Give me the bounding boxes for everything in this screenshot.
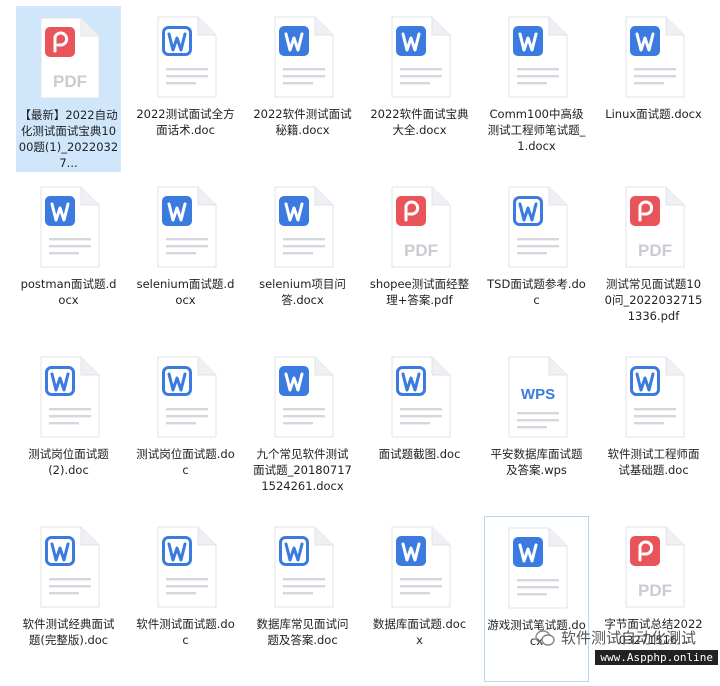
file-name: 九个常见软件测试面试题_201807171524261.docx <box>253 447 352 493</box>
svg-text:PDF: PDF <box>53 72 87 91</box>
file-name: 面试题截图.doc <box>378 447 461 461</box>
svg-text:PDF: PDF <box>404 241 438 260</box>
word-file-icon <box>152 184 220 270</box>
word-file-icon <box>503 14 571 100</box>
file-item[interactable]: selenium面试题.docx <box>133 176 238 342</box>
file-item[interactable]: selenium项目问答.docx <box>250 176 355 342</box>
file-item[interactable]: Comm100中高级测试工程师笔试题_1.docx <box>484 6 589 172</box>
word-file-icon <box>152 524 220 610</box>
file-item[interactable]: 游戏测试笔试题.docx <box>484 516 589 682</box>
file-item[interactable]: WPS 平安数据库面试题及答案.wps <box>484 346 589 512</box>
file-name: 测试常见面试题100问_20220327151336.pdf <box>604 277 703 323</box>
file-name: 数据库面试题.docx <box>372 617 467 647</box>
file-name: 平安数据库面试题及答案.wps <box>490 447 583 477</box>
file-name: 测试岗位面试题(2).doc <box>28 447 109 477</box>
file-name: 软件测试经典面试题(完整版).doc <box>22 617 115 647</box>
pdf-file-icon: PDF <box>620 184 688 270</box>
file-item[interactable]: 2022软件面试宝典大全.docx <box>367 6 472 172</box>
file-item[interactable]: 软件测试工程师面试基础题.doc <box>601 346 706 512</box>
file-grid: PDF 【最新】2022自动化测试面试宝典1000题(1)_20220327...… <box>10 6 712 686</box>
word-file-icon <box>35 184 103 270</box>
file-item[interactable]: 软件测试经典面试题(完整版).doc <box>16 516 121 682</box>
file-name: Linux面试题.docx <box>605 107 702 121</box>
file-item[interactable]: 测试岗位面试题.doc <box>133 346 238 512</box>
file-name: selenium项目问答.docx <box>259 277 346 307</box>
file-item[interactable]: 面试题截图.doc <box>367 346 472 512</box>
word-file-icon <box>386 524 454 610</box>
word-file-icon <box>620 354 688 440</box>
word-file-icon <box>152 354 220 440</box>
file-name: 2022测试面试全方面话术.doc <box>136 107 235 137</box>
word-file-icon <box>386 354 454 440</box>
file-name: 2022软件测试面试秘籍.docx <box>253 107 352 137</box>
file-name: 2022软件面试宝典大全.docx <box>370 107 469 137</box>
file-item[interactable]: 九个常见软件测试面试题_201807171524261.docx <box>250 346 355 512</box>
word-file-icon <box>620 14 688 100</box>
file-name: 数据库常见面试问题及答案.doc <box>256 617 349 647</box>
file-item[interactable]: 数据库面试题.docx <box>367 516 472 682</box>
word-file-icon <box>269 184 337 270</box>
pdf-file-icon: PDF <box>35 15 103 101</box>
watermark-text: 软件测试自动化测试 <box>560 629 696 647</box>
wps-file-icon: WPS <box>503 354 571 440</box>
file-name: 软件测试工程师面试基础题.doc <box>607 447 700 477</box>
word-file-icon <box>269 524 337 610</box>
file-name: selenium面试题.docx <box>136 277 235 307</box>
file-item[interactable]: Linux面试题.docx <box>601 6 706 172</box>
word-file-icon <box>269 14 337 100</box>
word-file-icon <box>503 184 571 270</box>
file-name: 【最新】2022自动化测试面试宝典1000题(1)_20220327... <box>18 108 119 170</box>
file-item[interactable]: postman面试题.docx <box>16 176 121 342</box>
word-file-icon <box>386 14 454 100</box>
file-item[interactable]: 2022软件测试面试秘籍.docx <box>250 6 355 172</box>
file-item[interactable]: 测试岗位面试题(2).doc <box>16 346 121 512</box>
word-file-icon <box>35 354 103 440</box>
word-file-icon <box>152 14 220 100</box>
file-name: TSD面试题参考.doc <box>487 277 586 307</box>
pdf-file-icon: PDF <box>386 184 454 270</box>
file-item[interactable]: PDF shopee测试面经整理+答案.pdf <box>367 176 472 342</box>
word-file-icon <box>269 354 337 440</box>
file-name: 软件测试面试题.doc <box>136 617 235 647</box>
word-file-icon <box>35 524 103 610</box>
word-file-icon <box>503 525 571 611</box>
watermark: 软件测试自动化测试 <box>535 627 696 648</box>
site-label: www.Aspphp.online <box>595 650 718 665</box>
file-item[interactable]: PDF 测试常见面试题100问_20220327151336.pdf <box>601 176 706 342</box>
file-item[interactable]: PDF 【最新】2022自动化测试面试宝典1000题(1)_20220327... <box>16 6 121 172</box>
svg-text:PDF: PDF <box>638 581 672 600</box>
file-name: Comm100中高级测试工程师笔试题_1.docx <box>487 107 586 153</box>
file-item[interactable]: 2022测试面试全方面话术.doc <box>133 6 238 172</box>
file-item[interactable]: TSD面试题参考.doc <box>484 176 589 342</box>
file-item[interactable]: 软件测试面试题.doc <box>133 516 238 682</box>
file-name: postman面试题.docx <box>20 277 117 307</box>
wechat-icon <box>535 629 555 646</box>
file-item[interactable]: 数据库常见面试问题及答案.doc <box>250 516 355 682</box>
file-name: shopee测试面经整理+答案.pdf <box>369 277 470 307</box>
file-name: 测试岗位面试题.doc <box>136 447 235 477</box>
svg-text:WPS: WPS <box>520 386 554 403</box>
svg-text:PDF: PDF <box>638 241 672 260</box>
pdf-file-icon: PDF <box>620 524 688 610</box>
